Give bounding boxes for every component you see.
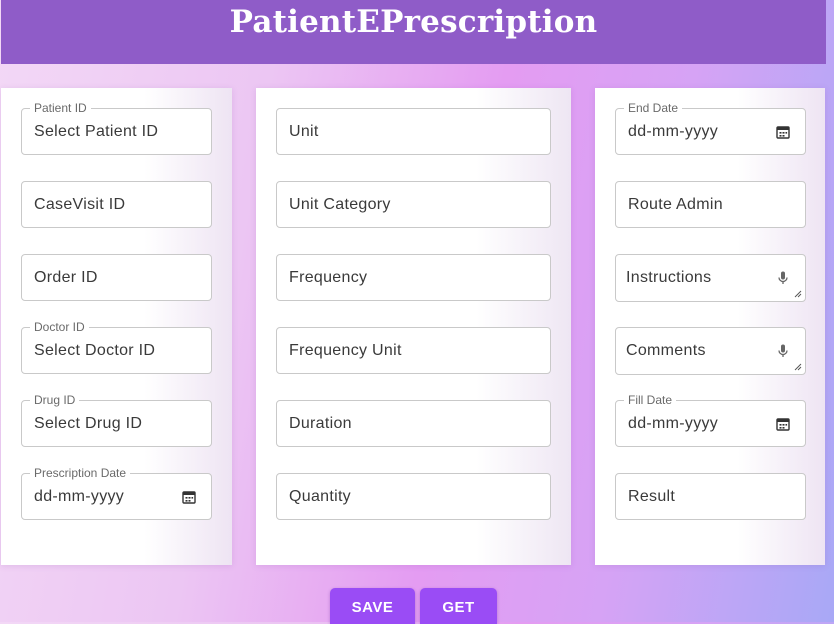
frequency-unit-input[interactable]: Frequency Unit [276,327,551,374]
prescription-date-legend: Prescription Date [30,466,131,480]
resize-grip-icon[interactable] [794,363,802,371]
end-date-legend: End Date [624,101,683,115]
drug-id-legend: Drug ID [30,393,80,407]
form-column-3: End Date dd-mm-yyyy Route Admin Instruct… [595,88,825,565]
resize-grip-icon[interactable] [794,290,802,298]
microphone-icon[interactable] [775,343,791,359]
calendar-icon[interactable] [775,416,791,432]
instructions-placeholder: Instructions [626,269,712,286]
comments-textarea[interactable]: Comments [615,327,806,375]
end-date-value: dd-mm-yyyy [628,122,719,140]
instructions-textarea[interactable]: Instructions [615,254,806,302]
microphone-icon[interactable] [775,270,791,286]
doctor-id-legend: Doctor ID [30,320,89,334]
unit-category-placeholder: Unit Category [289,195,391,213]
result-placeholder: Result [628,487,676,505]
calendar-icon[interactable] [775,124,791,140]
form-column-2: Unit Unit Category Frequency Frequency U… [256,88,571,565]
save-button[interactable]: SAVE [330,588,415,624]
prescription-date-input[interactable]: Prescription Date dd-mm-yyyy [21,466,212,520]
doctor-id-select[interactable]: Doctor ID Select Doctor ID [21,320,212,374]
order-id-input[interactable]: Order ID [21,254,212,301]
prescription-date-value: dd-mm-yyyy [34,487,125,505]
frequency-input[interactable]: Frequency [276,254,551,301]
save-button-label: SAVE [351,598,394,616]
patient-id-select[interactable]: Patient ID Select Patient ID [21,101,212,155]
unit-placeholder: Unit [289,122,319,140]
route-admin-placeholder: Route Admin [628,195,723,213]
doctor-id-value: Select Doctor ID [34,341,156,359]
frequency-placeholder: Frequency [289,268,368,286]
patient-id-legend: Patient ID [30,101,91,115]
fill-date-input[interactable]: Fill Date dd-mm-yyyy [615,393,806,447]
page-title: PatientEPrescription [229,4,598,40]
app-header: PatientEPrescription [1,0,826,64]
unit-category-input[interactable]: Unit Category [276,181,551,228]
quantity-input[interactable]: Quantity [276,473,551,520]
get-button-label: GET [442,598,475,616]
casevisit-id-input[interactable]: CaseVisit ID [21,181,212,228]
unit-input[interactable]: Unit [276,108,551,155]
drug-id-value: Select Drug ID [34,414,143,432]
quantity-placeholder: Quantity [289,487,351,505]
result-input[interactable]: Result [615,473,806,520]
order-id-placeholder: Order ID [34,268,98,286]
calendar-icon[interactable] [181,489,197,505]
form-column-1: Patient ID Select Patient ID CaseVisit I… [1,88,232,565]
duration-placeholder: Duration [289,414,352,432]
end-date-input[interactable]: End Date dd-mm-yyyy [615,101,806,155]
get-button[interactable]: GET [420,588,497,624]
route-admin-input[interactable]: Route Admin [615,181,806,228]
fill-date-legend: Fill Date [624,393,677,407]
frequency-unit-placeholder: Frequency Unit [289,341,402,359]
fill-date-value: dd-mm-yyyy [628,414,719,432]
patient-id-value: Select Patient ID [34,122,159,140]
duration-input[interactable]: Duration [276,400,551,447]
drug-id-select[interactable]: Drug ID Select Drug ID [21,393,212,447]
casevisit-id-placeholder: CaseVisit ID [34,195,126,213]
comments-placeholder: Comments [626,342,706,359]
